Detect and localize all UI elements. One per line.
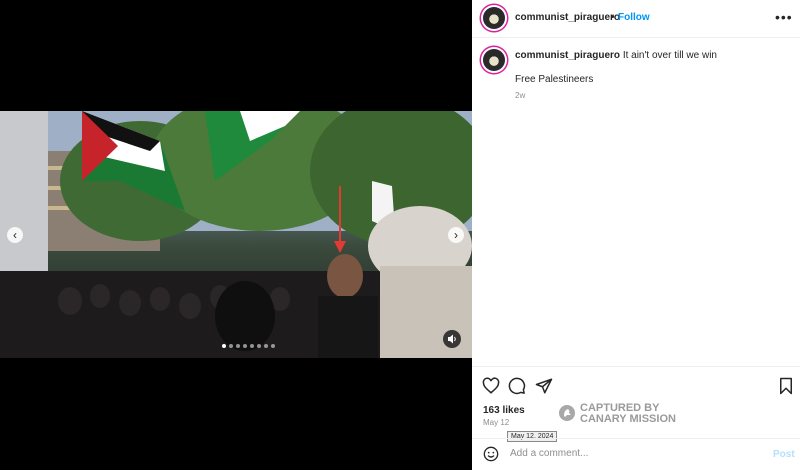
watermark: CAPTURED BY CANARY MISSION: [558, 402, 698, 430]
chevron-right-icon: ›: [454, 228, 458, 242]
carousel-dot: [243, 344, 247, 348]
carousel-dot: [236, 344, 240, 348]
mute-icon: [448, 334, 456, 344]
caption-text-line: communist_piraguero It ain't over till w…: [515, 50, 717, 61]
post-comment-button[interactable]: Post: [773, 449, 795, 460]
carousel-dot: [271, 344, 275, 348]
separator-dot: •: [611, 12, 615, 23]
follow-button[interactable]: Follow: [618, 12, 650, 23]
carousel-dot: [229, 344, 233, 348]
watermark-line-2: CANARY MISSION: [580, 413, 676, 425]
mute-button[interactable]: [443, 330, 461, 348]
next-media-button[interactable]: ›: [448, 227, 464, 243]
likes-count[interactable]: 163 likes: [483, 405, 525, 416]
carousel-dot: [257, 344, 261, 348]
emoji-icon[interactable]: [483, 446, 499, 462]
photo-scene: [0, 111, 472, 358]
share-icon[interactable]: [535, 377, 553, 395]
protest-photo: [0, 111, 472, 358]
post-date[interactable]: May 12: [483, 418, 509, 427]
avatar[interactable]: [483, 7, 505, 29]
bookmark-icon[interactable]: [777, 377, 795, 395]
carousel-dot: [250, 344, 254, 348]
comment-row: Post: [472, 438, 800, 471]
post-details-panel: communist_piraguero • Follow ••• communi…: [472, 0, 800, 470]
caption-line-2: Free Palestineers: [515, 74, 594, 85]
previous-media-button[interactable]: ‹: [7, 227, 23, 243]
caption-timestamp[interactable]: 2w: [515, 91, 525, 100]
watermark-text: CAPTURED BY CANARY MISSION: [580, 403, 676, 425]
chevron-left-icon: ‹: [13, 228, 17, 242]
comment-icon[interactable]: [508, 377, 526, 395]
heart-icon[interactable]: [482, 377, 500, 395]
comment-input[interactable]: [510, 448, 750, 459]
canary-logo-icon: [559, 405, 575, 421]
carousel-dots: [222, 344, 275, 348]
carousel-dot: [264, 344, 268, 348]
caption-avatar[interactable]: [483, 49, 505, 71]
post-header: communist_piraguero • Follow •••: [472, 0, 800, 38]
more-options-icon[interactable]: •••: [775, 9, 793, 25]
carousel-dot: [222, 344, 226, 348]
username-link[interactable]: communist_piraguero: [515, 12, 620, 23]
caption-text: It ain't over till we win: [622, 50, 717, 61]
post-media: ‹ ›: [0, 0, 472, 470]
caption-username[interactable]: communist_piraguero: [515, 50, 620, 61]
